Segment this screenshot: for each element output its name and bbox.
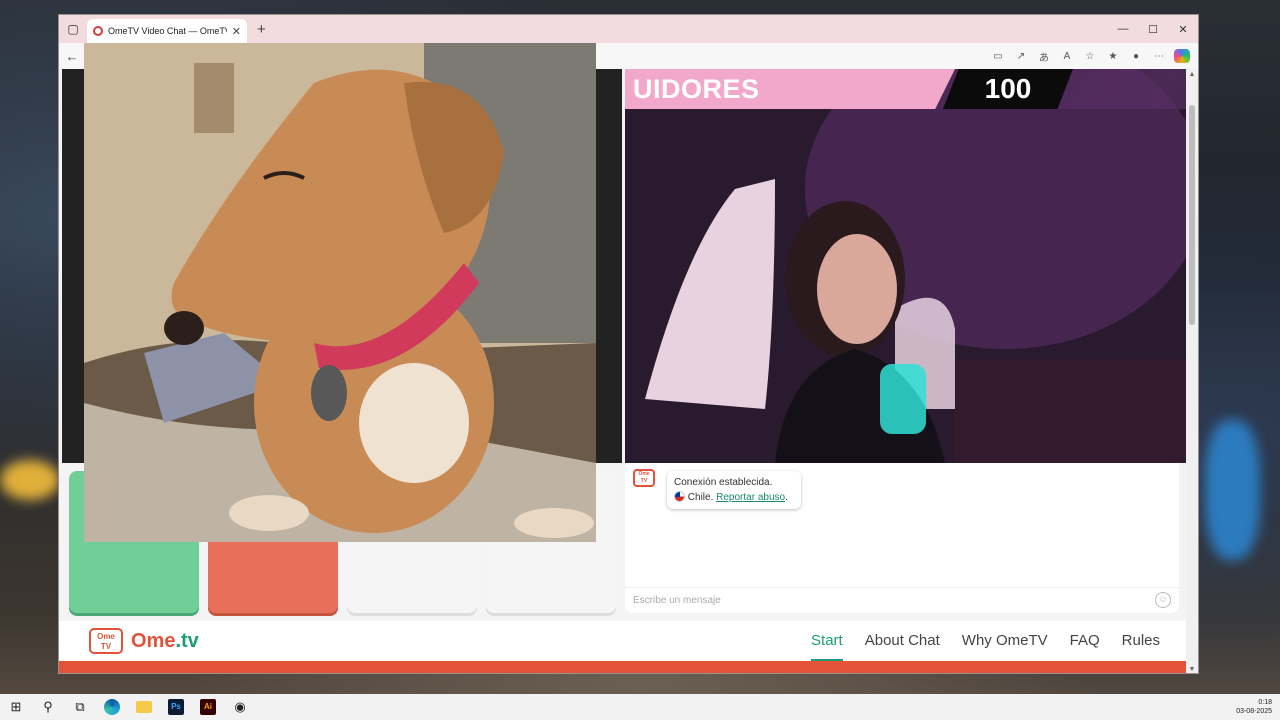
toolbar: ▭ ↗ あ A ☆ ★ ● ⋯ (990, 49, 1198, 64)
nav-rules[interactable]: Rules (1122, 621, 1160, 661)
overlay-text: UIDORES (633, 73, 760, 104)
file-explorer-icon[interactable] (128, 694, 160, 720)
chile-flag-icon (674, 491, 685, 502)
chat-panel: Ome TV Conexión establecida. Chile. Repo… (625, 463, 1179, 613)
connection-status: Conexión establecida. (674, 477, 773, 488)
back-button[interactable]: ← (59, 49, 85, 64)
overlay-banner: UIDORES (625, 69, 955, 109)
scroll-thumb[interactable] (1189, 105, 1195, 325)
search-icon[interactable]: ⚲ (32, 694, 64, 720)
windows-start-icon[interactable]: ⊞ (0, 694, 32, 720)
maximize-button[interactable]: ☐ (1138, 23, 1168, 36)
report-abuse-link[interactable]: Reportar abuso (716, 492, 785, 503)
favorites-list-icon[interactable]: ★ (1105, 51, 1121, 62)
window-controls: — ☐ ✕ (1108, 23, 1198, 36)
tab-actions-icon[interactable]: ▢ (59, 15, 87, 43)
nav-faq[interactable]: FAQ (1070, 621, 1100, 661)
photoshop-label: Ps (168, 699, 184, 715)
footer-logo-icon-text: Ome TV (97, 632, 115, 651)
ometv-logo-icon[interactable]: Ome TV (89, 628, 123, 654)
emoji-icon[interactable]: ☺ (1155, 592, 1171, 608)
chat-message: Conexión establecida. Chile. Reportar ab… (667, 471, 801, 509)
report-suffix: . (785, 492, 788, 503)
self-video-photo (84, 43, 596, 542)
edge-icon[interactable] (96, 694, 128, 720)
illustrator-icon[interactable]: Ai (192, 694, 224, 720)
message-placeholder: Escribe un mensaje (633, 595, 721, 606)
ometv-logo-text[interactable]: Ome.tv (131, 630, 199, 653)
dog-image (84, 43, 596, 542)
scroll-down-icon[interactable]: ▼ (1186, 666, 1198, 673)
overlay-count-box: 100 (943, 69, 1073, 109)
desktop-wallpaper-blur (0, 460, 60, 500)
title-bar: ▢ OmeTV Video Chat — OmeTV ✕ + — ☐ ✕ (59, 15, 1198, 43)
illustrator-label: Ai (200, 699, 216, 715)
desktop-wallpaper-blur (1205, 420, 1260, 560)
copilot-icon[interactable] (1174, 49, 1190, 63)
scrollbar[interactable]: ▲ ▼ (1186, 69, 1198, 673)
chat-logo-text: Ome TV (638, 471, 650, 484)
close-button[interactable]: ✕ (1168, 23, 1198, 36)
more-icon[interactable]: ⋯ (1151, 51, 1167, 62)
clock-date: 03-08-2025 (1236, 708, 1272, 715)
nav-about-chat[interactable]: About Chat (865, 621, 940, 661)
tab-close-icon[interactable]: ✕ (232, 25, 241, 38)
taskbar: ⊞ ⚲ ⧉ Ps Ai ◉ 0:18 03-08-2025 (0, 694, 1280, 720)
favorite-icon[interactable]: ☆ (1082, 51, 1098, 62)
nav-links: Start About Chat Why OmeTV FAQ Rules (811, 621, 1187, 661)
recorder-icon[interactable]: ◉ (224, 694, 256, 720)
message-input[interactable]: Escribe un mensaje (625, 587, 1179, 613)
record-icon (93, 26, 103, 36)
overlay-count: 100 (984, 73, 1032, 104)
clock-time: 0:18 (1258, 699, 1272, 706)
footer-nav: Ome TV Ome.tv Start About Chat Why OmeTV… (59, 621, 1187, 661)
camera-icon[interactable]: ▭ (990, 51, 1006, 62)
remote-video-scene (625, 69, 1187, 463)
translate-icon[interactable]: あ (1036, 49, 1052, 64)
system-clock[interactable]: 0:18 03-08-2025 (1236, 698, 1280, 716)
new-tab-button[interactable]: + (257, 21, 266, 38)
footer-band (59, 661, 1187, 673)
scroll-up-icon[interactable]: ▲ (1186, 71, 1198, 78)
read-aloud-icon[interactable]: A (1059, 51, 1075, 62)
open-external-icon[interactable]: ↗ (1013, 51, 1029, 62)
task-view-icon[interactable]: ⧉ (64, 694, 96, 720)
tab-title: OmeTV Video Chat — OmeTV (108, 26, 227, 36)
nav-why-ometv[interactable]: Why OmeTV (962, 621, 1048, 661)
photoshop-icon[interactable]: Ps (160, 694, 192, 720)
profile-icon[interactable]: ● (1128, 51, 1144, 62)
logo-main: Ome (131, 629, 176, 652)
ometv-logo-icon: Ome TV (633, 469, 655, 487)
minimize-button[interactable]: — (1108, 23, 1138, 36)
country-label: Chile. (687, 492, 714, 503)
tab-ometv[interactable]: OmeTV Video Chat — OmeTV ✕ (87, 19, 247, 43)
logo-suffix: .tv (175, 629, 199, 652)
nav-start[interactable]: Start (811, 621, 843, 661)
remote-video: UIDORES 100 (625, 69, 1187, 463)
